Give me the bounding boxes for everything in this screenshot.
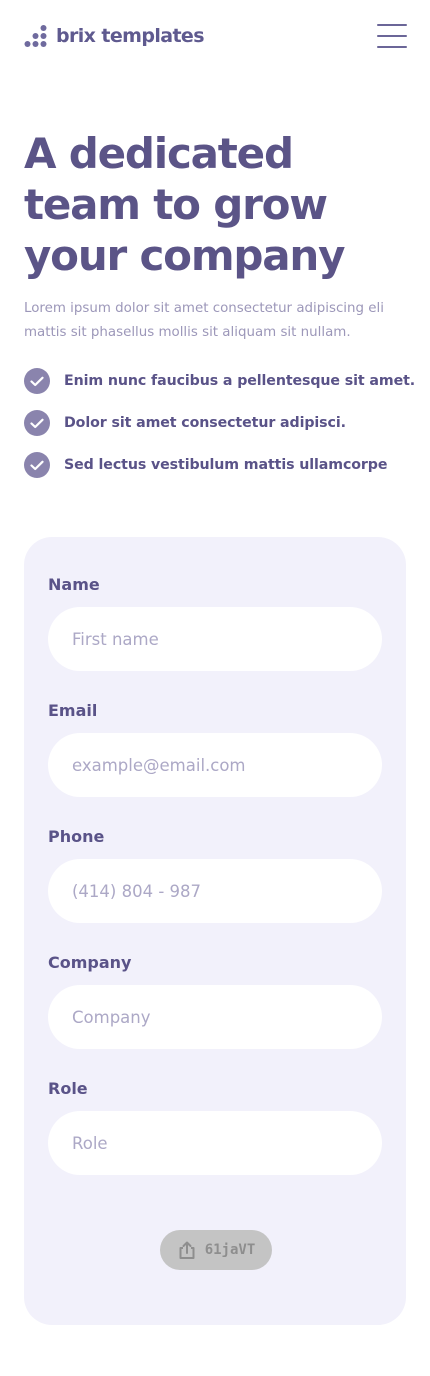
check-circle-icon — [24, 368, 50, 394]
hero-description: Lorem ipsum dolor sit amet consectetur a… — [24, 301, 384, 340]
submit-button-label: 61jaVT — [204, 1242, 256, 1258]
checklist-item: Dolor sit amet consectetur adipisci. — [24, 410, 424, 436]
checklist-text: Enim nunc faucibus a pellentesque sit am… — [64, 373, 416, 389]
company-label: Company — [48, 953, 132, 972]
contact-form: Name Email Phone Company Role 61jaVT — [24, 537, 406, 1325]
role-label: Role — [48, 1079, 88, 1098]
name-label: Name — [48, 575, 100, 594]
name-input[interactable] — [48, 607, 382, 671]
phone-label: Phone — [48, 827, 105, 846]
email-input[interactable] — [48, 733, 382, 797]
share-upload-icon — [179, 1241, 195, 1259]
check-circle-icon — [24, 452, 50, 478]
checklist-text: Sed lectus vestibulum mattis ullamcorpe — [64, 457, 388, 473]
dots-logo-icon — [24, 25, 47, 47]
checklist-item: Sed lectus vestibulum mattis ullamcorpe — [24, 452, 424, 478]
menu-line — [377, 35, 407, 37]
hero-title: A dedicated team to grow your company — [24, 129, 345, 280]
feature-checklist: Enim nunc faucibus a pellentesque sit am… — [24, 368, 424, 494]
checklist-text: Dolor sit amet consectetur adipisci. — [64, 415, 346, 431]
checklist-item: Enim nunc faucibus a pellentesque sit am… — [24, 368, 424, 394]
check-circle-icon — [24, 410, 50, 436]
role-input[interactable] — [48, 1111, 382, 1175]
company-input[interactable] — [48, 985, 382, 1049]
brand-logo[interactable]: brix templates — [24, 24, 205, 48]
brand-name: brix templates — [56, 25, 205, 47]
menu-line — [377, 24, 407, 26]
hamburger-menu-icon[interactable] — [376, 22, 408, 50]
submit-button[interactable]: 61jaVT — [160, 1230, 272, 1270]
menu-line — [377, 46, 407, 48]
site-header: brix templates — [0, 0, 430, 72]
phone-input[interactable] — [48, 859, 382, 923]
email-label: Email — [48, 701, 98, 720]
